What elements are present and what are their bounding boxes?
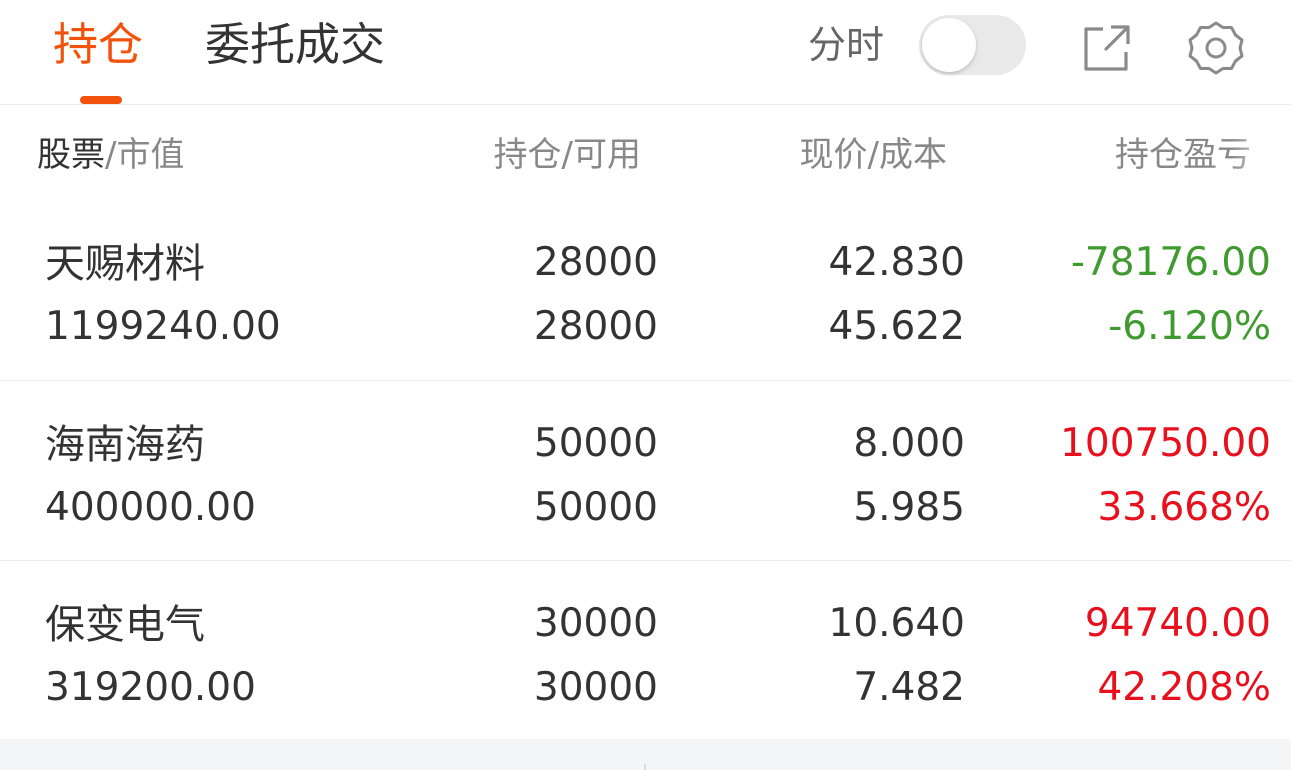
pnl-percent: 42.208% — [1097, 665, 1271, 710]
holding-row[interactable]: 海南海药 400000.00 50000 50000 8.000 5.985 1… — [0, 381, 1291, 561]
position-qty: 50000 — [533, 421, 658, 466]
pnl-percent: 33.668% — [1097, 485, 1271, 530]
intraday-label: 分时 — [808, 23, 885, 67]
header-fade-overlay — [1231, 120, 1291, 190]
column-header-price[interactable]: 现价/成本 — [800, 131, 947, 179]
pnl-percent: -6.120% — [1108, 304, 1271, 349]
stock-name: 海南海药 — [45, 422, 205, 468]
current-price: 10.640 — [828, 601, 965, 646]
pnl-amount: 100750.00 — [1060, 421, 1271, 466]
cost-price: 5.985 — [853, 485, 965, 530]
current-price: 8.000 — [853, 421, 965, 466]
current-price: 42.830 — [828, 240, 965, 285]
active-tab-indicator — [80, 96, 122, 104]
intraday-toggle[interactable] — [919, 15, 1026, 75]
external-link-icon[interactable] — [1081, 22, 1133, 74]
toggle-knob — [922, 18, 976, 72]
available-qty: 50000 — [533, 485, 658, 530]
stock-name: 天赐材料 — [45, 241, 205, 287]
market-value: 1199240.00 — [45, 304, 281, 349]
market-value: 400000.00 — [45, 485, 256, 530]
gear-icon[interactable] — [1186, 18, 1246, 78]
stock-name: 保变电气 — [45, 602, 205, 648]
cost-price: 7.482 — [853, 665, 965, 710]
pnl-amount: 94740.00 — [1084, 601, 1271, 646]
tab-positions[interactable]: 持仓 — [53, 14, 143, 76]
column-header-market-value: 市值 — [116, 135, 185, 175]
available-qty: 28000 — [533, 304, 658, 349]
positions-page: 持仓 委托成交 分时 股票/市值 持仓/可用 现价/成本 持仓盈亏 天赐材料 1… — [0, 0, 1291, 770]
column-header-stock: 股票/市值 — [37, 131, 184, 179]
holding-row[interactable]: 保变电气 319200.00 30000 30000 10.640 7.482 … — [0, 561, 1291, 738]
position-qty: 30000 — [533, 601, 658, 646]
position-qty: 28000 — [533, 240, 658, 285]
tab-orders[interactable]: 委托成交 — [205, 14, 385, 76]
column-header-position[interactable]: 持仓/可用 — [494, 131, 641, 179]
holding-row[interactable]: 天赐材料 1199240.00 28000 28000 42.830 45.62… — [0, 200, 1291, 381]
column-header-stock-label: 股票 — [37, 135, 105, 175]
available-qty: 30000 — [533, 665, 658, 710]
pnl-amount: -78176.00 — [1070, 240, 1271, 285]
market-value: 319200.00 — [45, 665, 256, 710]
cost-price: 45.622 — [828, 304, 965, 349]
top-tab-bar: 持仓 委托成交 分时 — [0, 0, 1291, 105]
footer-divider — [644, 764, 646, 770]
column-header-separator: / — [105, 135, 117, 175]
